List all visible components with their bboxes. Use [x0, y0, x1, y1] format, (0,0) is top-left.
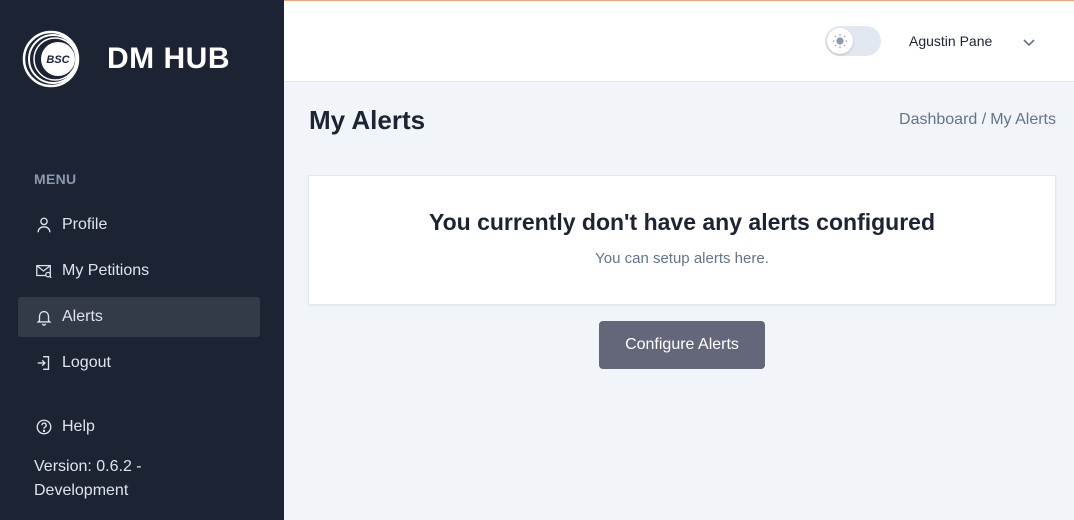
- configure-alerts-button[interactable]: Configure Alerts: [599, 321, 765, 369]
- sidebar-item-label: Logout: [62, 354, 111, 371]
- sidebar-item-profile[interactable]: Profile: [18, 205, 260, 245]
- logo-text: BSC: [46, 54, 70, 66]
- sidebar-item-label: Alerts: [62, 308, 103, 325]
- sidebar-item-label: Profile: [62, 216, 108, 233]
- menu-heading: MENU: [34, 171, 77, 187]
- sidebar-item-label: My Petitions: [62, 262, 150, 279]
- logout-icon: [34, 353, 54, 373]
- sidebar-item-my-petitions[interactable]: My Petitions: [18, 251, 260, 291]
- sun-icon: [827, 28, 853, 54]
- sidebar-item-logout[interactable]: Logout: [18, 343, 260, 383]
- breadcrumb: Dashboard / My Alerts: [899, 111, 1056, 129]
- bell-icon: [34, 307, 54, 327]
- sidebar-item-help[interactable]: Help: [18, 407, 260, 447]
- brand-logo-link[interactable]: BSC DM HUB: [18, 30, 230, 88]
- user-icon: [34, 215, 54, 235]
- user-menu-name[interactable]: Agustin Pane: [909, 33, 992, 49]
- empty-state-subtitle: You can setup alerts here.: [595, 250, 769, 267]
- theme-toggle[interactable]: [825, 26, 881, 56]
- empty-state-title: You currently don't have any alerts conf…: [428, 209, 936, 235]
- sidebar-item-label: Help: [62, 418, 95, 435]
- brand-name: DM HUB: [107, 42, 230, 75]
- version-text: Version: 0.6.2 - Development: [34, 458, 142, 499]
- chevron-down-icon[interactable]: [1021, 34, 1037, 50]
- help-circle-icon: [34, 417, 54, 437]
- empty-state-card: You currently don't have any alerts conf…: [308, 175, 1056, 305]
- mail-icon: [34, 261, 54, 281]
- top-header: Agustin Pane: [284, 0, 1074, 82]
- page-title: My Alerts: [309, 105, 426, 135]
- breadcrumb-dashboard[interactable]: Dashboard /: [899, 111, 986, 129]
- sidebar: BSC DM HUB MENU Profile My Petitions Ale…: [0, 0, 284, 520]
- sidebar-item-alerts[interactable]: Alerts: [18, 297, 260, 337]
- bsc-logo: BSC: [18, 30, 82, 88]
- breadcrumb-current: My Alerts: [990, 111, 1056, 128]
